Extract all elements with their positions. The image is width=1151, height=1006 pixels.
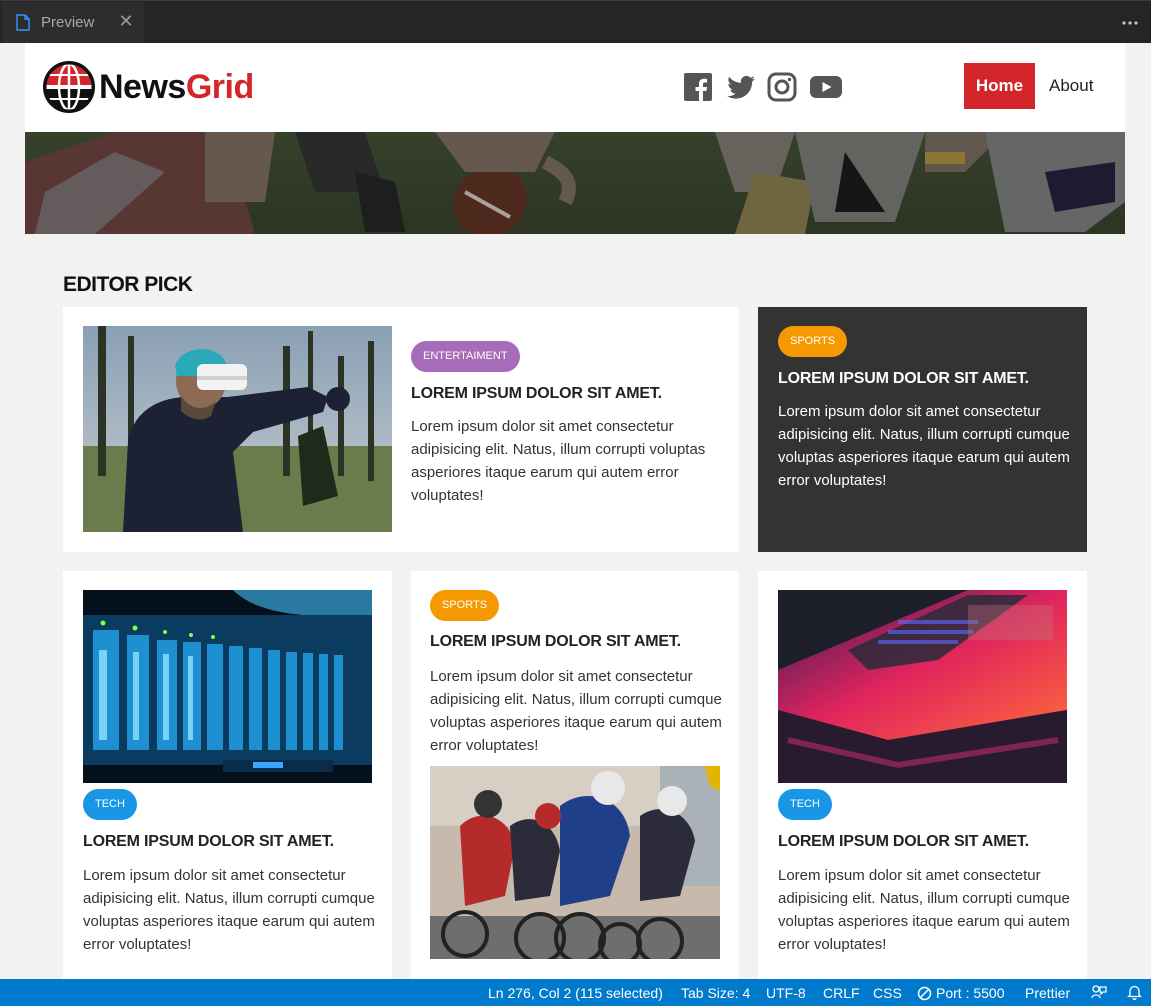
laptop-image bbox=[778, 590, 1067, 783]
vr-headset-image bbox=[83, 326, 392, 532]
site-header: NewsGrid Home About bbox=[25, 43, 1125, 132]
nav-home-link[interactable]: Home bbox=[964, 63, 1035, 109]
logo-text-news: News bbox=[99, 67, 186, 106]
sports-card-2[interactable]: SPORTS LOREM IPSUM DOLOR SIT AMET. Lorem… bbox=[411, 571, 739, 979]
category-badge[interactable]: TECH bbox=[83, 789, 137, 820]
tab-size[interactable]: Tab Size: 4 bbox=[681, 985, 750, 1001]
side-badge-wrap: SPORTS bbox=[778, 326, 848, 357]
category-badge[interactable]: TECH bbox=[778, 789, 832, 820]
youtube-icon[interactable] bbox=[809, 72, 842, 102]
globe-logo-icon bbox=[43, 61, 95, 113]
card-title[interactable]: LOREM IPSUM DOLOR SIT AMET. bbox=[778, 833, 1029, 851]
encoding[interactable]: UTF-8 bbox=[766, 985, 806, 1001]
site-logo[interactable]: NewsGrid bbox=[43, 61, 254, 113]
close-icon[interactable]: ✕ bbox=[118, 12, 134, 30]
tech1-badge-wrap: TECH bbox=[83, 789, 137, 820]
card-text: Lorem ipsum dolor sit amet consectetur a… bbox=[411, 418, 706, 504]
logo-text: NewsGrid bbox=[99, 68, 254, 107]
feedback-icon[interactable] bbox=[1091, 984, 1107, 1000]
card-title[interactable]: LOREM IPSUM DOLOR SIT AMET. bbox=[430, 633, 681, 651]
card-text: Lorem ipsum dolor sit amet consectetur a… bbox=[83, 867, 375, 953]
status-bar: Ln 276, Col 2 (115 selected) Tab Size: 4… bbox=[0, 979, 1151, 1006]
language-mode[interactable]: CSS bbox=[873, 985, 902, 1001]
card-text: Lorem ipsum dolor sit amet consectetur a… bbox=[778, 403, 1070, 489]
section-title: EDITOR PICK bbox=[63, 273, 193, 296]
tech-card-1[interactable]: TECH LOREM IPSUM DOLOR SIT AMET. Lorem i… bbox=[63, 571, 392, 979]
port-label: Port : 5500 bbox=[936, 985, 1005, 1001]
tech2-badge-wrap: TECH bbox=[778, 789, 832, 820]
logo-text-grid: Grid bbox=[185, 67, 254, 106]
category-badge[interactable]: SPORTS bbox=[430, 590, 500, 621]
cycling-race-image bbox=[430, 766, 720, 959]
card-text: Lorem ipsum dolor sit amet consectetur a… bbox=[430, 668, 722, 754]
hero-banner-image bbox=[25, 132, 1125, 234]
instagram-icon[interactable] bbox=[767, 72, 797, 102]
card-title[interactable]: LOREM IPSUM DOLOR SIT AMET. bbox=[83, 833, 334, 851]
live-server-port[interactable]: Port : 5500 bbox=[917, 985, 1005, 1001]
card-title[interactable]: LOREM IPSUM DOLOR SIT AMET. bbox=[778, 370, 1029, 388]
category-badge[interactable]: SPORTS bbox=[778, 326, 848, 357]
line-endings[interactable]: CRLF bbox=[823, 985, 860, 1001]
tab-label: Preview bbox=[41, 14, 95, 31]
preview-frame: NewsGrid Home About EDITOR PICK ENTERTAI… bbox=[0, 43, 1151, 979]
sports2-badge-wrap: SPORTS bbox=[430, 590, 500, 621]
prohibited-icon bbox=[917, 986, 932, 1000]
tech-card-2[interactable]: TECH LOREM IPSUM DOLOR SIT AMET. Lorem i… bbox=[758, 571, 1087, 979]
football-hero-illustration bbox=[25, 132, 1125, 234]
cursor-position[interactable]: Ln 276, Col 2 (115 selected) bbox=[488, 985, 663, 1001]
more-actions-icon[interactable] bbox=[1121, 15, 1139, 29]
formatter[interactable]: Prettier bbox=[1025, 985, 1070, 1001]
server-rack-image bbox=[83, 590, 372, 783]
card-text: Lorem ipsum dolor sit amet consectetur a… bbox=[778, 867, 1070, 953]
card-title[interactable]: LOREM IPSUM DOLOR SIT AMET. bbox=[411, 385, 662, 403]
side-card[interactable]: SPORTS LOREM IPSUM DOLOR SIT AMET. Lorem… bbox=[758, 307, 1087, 552]
editor-tab-bar: Preview ✕ bbox=[0, 0, 1151, 44]
facebook-icon[interactable] bbox=[683, 72, 713, 102]
featured-badge-wrap: ENTERTAIMENT bbox=[411, 341, 520, 372]
bell-icon[interactable] bbox=[1127, 984, 1142, 1000]
file-icon bbox=[16, 14, 30, 31]
category-badge[interactable]: ENTERTAIMENT bbox=[411, 341, 520, 372]
featured-card[interactable]: ENTERTAIMENT LOREM IPSUM DOLOR SIT AMET.… bbox=[63, 307, 739, 552]
twitter-icon[interactable] bbox=[725, 72, 755, 102]
social-links bbox=[683, 72, 842, 102]
nav-about-link[interactable]: About bbox=[1049, 76, 1093, 96]
tab-preview[interactable]: Preview ✕ bbox=[2, 2, 144, 44]
